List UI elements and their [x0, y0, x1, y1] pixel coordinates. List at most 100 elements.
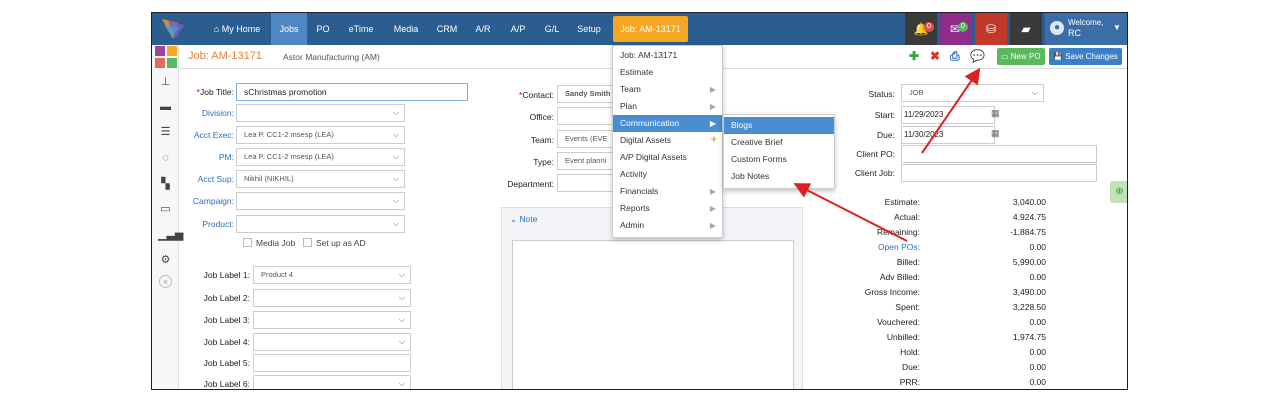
menu-item-financials[interactable]: Financials ▶	[613, 183, 722, 200]
comments-icon[interactable]: ◌	[158, 151, 173, 165]
nav-etime[interactable]: eTime	[343, 13, 379, 45]
top-navbar: ⌂ My Home Jobs PO eTime Media CRM A/R A/…	[152, 13, 1127, 45]
summary-label: Estimate:	[884, 197, 920, 207]
menu-item-admin[interactable]: Admin ▶	[613, 217, 722, 234]
job-label-3-select[interactable]	[253, 311, 411, 329]
client-po-input[interactable]	[901, 145, 1097, 163]
menu-item-activity[interactable]: Activity	[613, 166, 722, 183]
team-select[interactable]: Events (EVE	[557, 130, 617, 148]
database-icon: ⛁	[985, 22, 997, 36]
acct-exec-select[interactable]: Lea P. CC1-2 msesp (LEA)	[236, 126, 405, 144]
media-job-checkbox[interactable]	[243, 238, 252, 247]
summary-value: 3,040.00	[1012, 197, 1046, 207]
nav-media[interactable]: Media	[389, 13, 423, 45]
summary-label: Gross Income:	[864, 287, 920, 297]
summary-value: 1,974.75	[1012, 332, 1046, 342]
caret-down-icon: ▼	[1113, 23, 1121, 32]
zoom-icon[interactable]: ⊕	[1110, 181, 1127, 203]
product-select[interactable]	[236, 215, 405, 233]
menu-item-ap-digital-assets[interactable]: A/P Digital Assets	[613, 149, 722, 166]
pm-select[interactable]: Lea P. CC1-2 msesp (LEA)	[236, 148, 405, 166]
job-label-5-input[interactable]	[253, 354, 411, 372]
division-select[interactable]	[236, 104, 405, 122]
add-icon[interactable]: ✚	[909, 49, 919, 63]
job-label-2-select[interactable]	[253, 289, 411, 307]
submenu-item-job-notes[interactable]: Job Notes	[724, 168, 834, 185]
menu-item-plan[interactable]: Plan ▶	[613, 98, 722, 115]
nav-job-tab[interactable]: Job: AM-13171	[613, 16, 688, 42]
notifications-button[interactable]: 🔔 0	[905, 13, 937, 45]
nav-gl[interactable]: G/L	[539, 13, 565, 45]
client-job-input[interactable]	[901, 164, 1097, 182]
nav-crm[interactable]: CRM	[433, 13, 461, 45]
acct-sup-select[interactable]: Nikhil (NIKHIL)	[236, 170, 405, 188]
job-label-6-select[interactable]	[253, 375, 411, 389]
menu-item-team[interactable]: Team ▶	[613, 81, 722, 98]
new-po-button[interactable]: ▭ New PO	[997, 48, 1045, 65]
avatar: ●	[1050, 21, 1064, 35]
summary-label: Due:	[902, 362, 920, 372]
type-select[interactable]: Event planni	[557, 152, 617, 170]
summary-label: Unbilled:	[886, 332, 920, 342]
department-select[interactable]	[557, 174, 617, 192]
start-date-input[interactable]: 11/29/2023	[901, 106, 995, 124]
list-icon[interactable]: ☰	[158, 125, 173, 139]
pm-label: PM:	[218, 152, 234, 162]
setup-ad-checkbox[interactable]	[303, 238, 312, 247]
menu-item-estimate[interactable]: Estimate	[613, 64, 722, 81]
job-label-1-select[interactable]: Product 4	[253, 266, 411, 284]
summary-value: 0.00	[1029, 272, 1046, 282]
nav-setup[interactable]: Setup	[572, 13, 606, 45]
settings-icon[interactable]: ⚙	[158, 253, 173, 267]
nav-jobs[interactable]: Jobs	[271, 13, 307, 45]
messages-button[interactable]: ✉ 0	[939, 13, 971, 45]
job-label-3-label: Job Label 3:	[203, 315, 250, 325]
save-changes-button[interactable]: 💾 Save Changes	[1049, 48, 1122, 65]
comments-icon[interactable]: 💬	[970, 49, 985, 63]
division-label: Division:	[201, 108, 234, 118]
menu-item-digital-assets[interactable]: Digital Assets +	[613, 132, 722, 149]
apps-grid-icon[interactable]	[155, 46, 177, 68]
chevron-down-icon: ⌄	[510, 214, 518, 224]
delete-icon[interactable]: ✖	[930, 49, 940, 63]
submenu-item-blogs[interactable]: Blogs	[724, 117, 834, 134]
app-frame: ⌂ My Home Jobs PO eTime Media CRM A/R A/…	[151, 12, 1128, 390]
nav-ar[interactable]: A/R	[470, 13, 496, 45]
note-textarea[interactable]	[512, 240, 794, 389]
office-select[interactable]	[557, 107, 617, 125]
nav-ap[interactable]: A/P	[505, 13, 531, 45]
campaign-label: Campaign:	[192, 196, 234, 206]
due-date-input[interactable]: 11/30/2023	[901, 126, 995, 144]
product-label: Product:	[202, 219, 234, 229]
menu-item-job[interactable]: Job: AM-13171	[613, 47, 722, 64]
bar-chart-icon[interactable]: ▁▃▅	[158, 228, 183, 242]
department-label: Department:	[507, 179, 554, 189]
print-icon[interactable]: ⎙	[950, 49, 960, 64]
summary-label[interactable]: Open POs:	[850, 242, 920, 252]
submenu-item-creative-brief[interactable]: Creative Brief	[724, 134, 834, 151]
book-button[interactable]: ▰	[1010, 13, 1042, 45]
database-button[interactable]: ⛁	[975, 13, 1007, 45]
left-sidebar: ⊥ ▬ ☰ ◌ ▚ ▭ ▁▃▅ ⚙ «	[152, 45, 183, 389]
office-label: Office:	[529, 112, 554, 122]
user-menu[interactable]: ● Welcome, RC ▼	[1045, 13, 1127, 45]
job-title-input[interactable]: sChristmas promotion	[236, 83, 468, 101]
collapse-icon[interactable]: «	[159, 275, 172, 288]
map-icon[interactable]: ▚	[158, 177, 173, 191]
folder-icon[interactable]: ▬	[158, 100, 173, 114]
note-header[interactable]: ⌄ Note	[510, 214, 537, 225]
submenu-item-custom-forms[interactable]: Custom Forms	[724, 151, 834, 168]
calendar-icon[interactable]: ▦	[991, 108, 1000, 119]
menu-item-reports[interactable]: Reports ▶	[613, 200, 722, 217]
contact-select[interactable]: Sandy Smith	[557, 85, 617, 103]
menu-item-communication[interactable]: Communication ▶	[613, 115, 722, 132]
nav-my-home[interactable]: ⌂ My Home	[206, 13, 268, 45]
org-chart-icon[interactable]: ⊥	[158, 75, 173, 89]
status-select[interactable]: JOB	[901, 84, 1044, 102]
calendar-icon[interactable]: ▭	[158, 202, 173, 216]
campaign-select[interactable]	[236, 192, 405, 210]
job-label-4-select[interactable]	[253, 333, 411, 351]
summary-value: 0.00	[1029, 242, 1046, 252]
calendar-icon[interactable]: ▦	[991, 128, 1000, 139]
nav-po[interactable]: PO	[310, 13, 336, 45]
